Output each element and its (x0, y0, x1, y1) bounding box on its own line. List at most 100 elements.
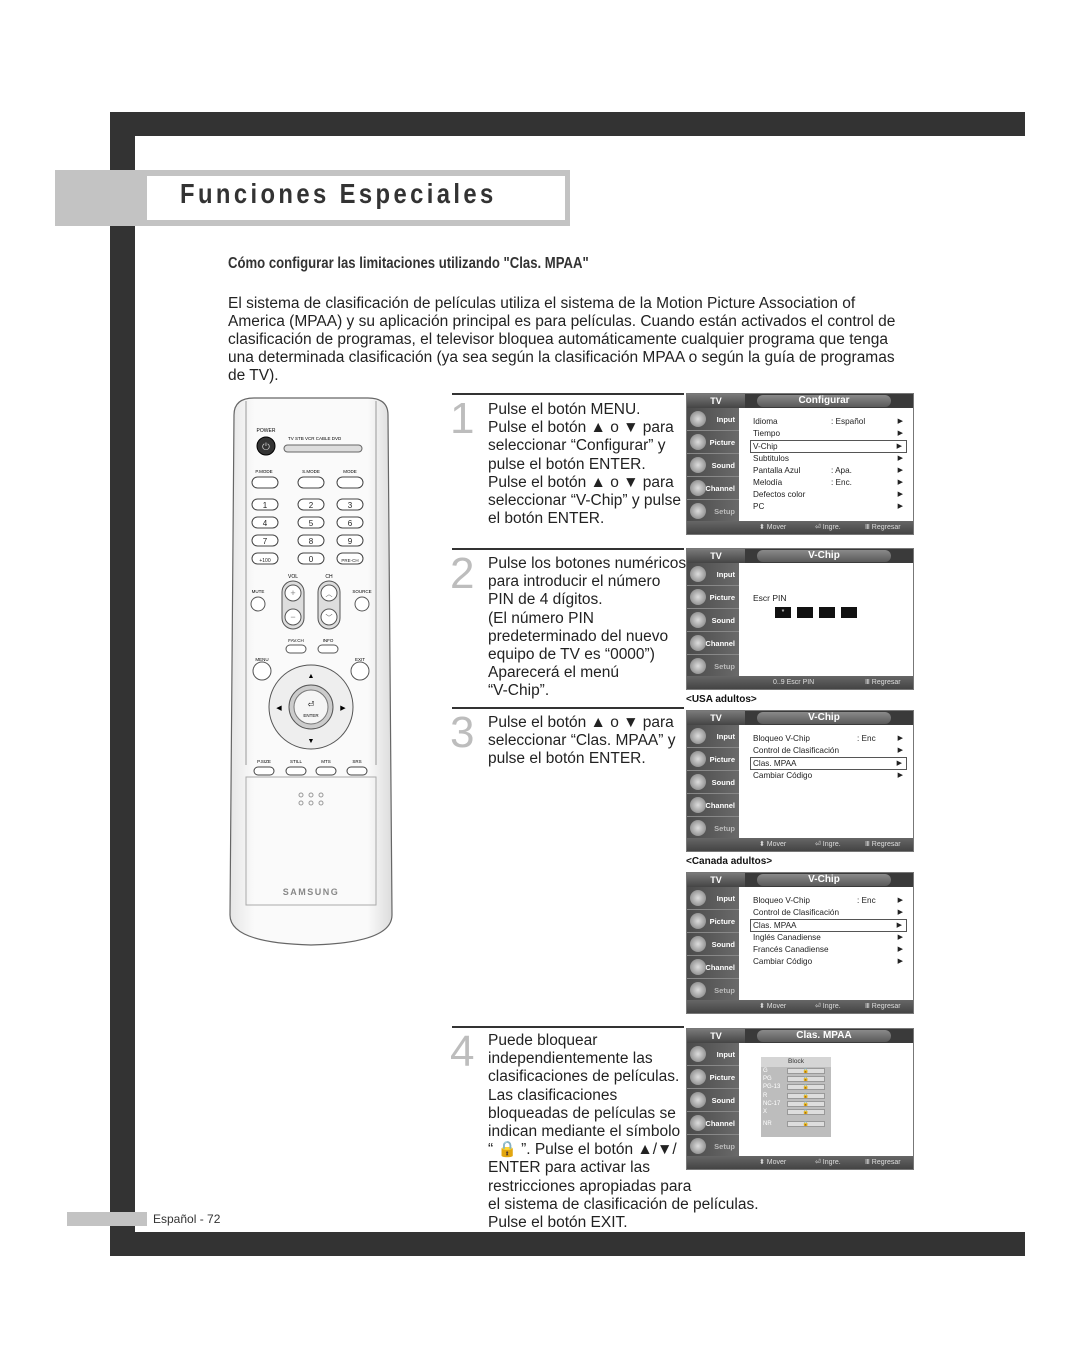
picture-icon (690, 589, 706, 605)
page-number-tab (67, 1212, 147, 1226)
svg-text:SOURCE: SOURCE (352, 589, 371, 594)
rating-row: G 🔒 (761, 1067, 831, 1075)
svg-text:6: 6 (348, 519, 353, 528)
rating-row: X 🔒 (761, 1108, 831, 1116)
svg-text:7: 7 (263, 537, 268, 546)
section-title: Funciones Especiales (180, 178, 497, 209)
svg-text:EXIT: EXIT (355, 657, 365, 662)
sound-icon (690, 1092, 706, 1108)
tv-sidebar: Input Picture Sound Channel Setup (687, 408, 739, 523)
lock-icon: 🔒 (787, 1108, 825, 1115)
step-2-rule (452, 548, 684, 550)
svg-text:5: 5 (309, 519, 314, 528)
screen-title: Clas. MPAA (757, 1030, 891, 1042)
sidebar-item-sound: Sound (687, 454, 739, 477)
step-4-number: 4 (450, 1027, 475, 1076)
rating-row: NC-17 🔒 (761, 1100, 831, 1108)
menu-item: Tiempo ▶ (753, 429, 903, 438)
svg-text:P.MODE: P.MODE (255, 469, 272, 474)
svg-text:⏻: ⏻ (262, 442, 270, 453)
lock-icon: 🔒 (787, 1076, 825, 1083)
tv-screen-configurar: TV Configurar Input Picture Sound Channe… (686, 393, 914, 535)
sidebar-item-setup: Setup (687, 500, 739, 523)
remote-control-illustration: ⏻ POWER TV STB VCR CABLE DVD P.MODE S.MO… (226, 395, 396, 947)
pin-digit-box (841, 607, 857, 618)
svg-text:9: 9 (348, 537, 353, 546)
svg-text:8: 8 (309, 537, 314, 546)
step-1-number: 1 (450, 394, 475, 443)
tv-footer: ⬍ Mover ⏎ Ingre. Ⅲ Regresar (687, 521, 913, 534)
lock-icon: 🔒 (787, 1068, 825, 1074)
menu-item: Bloqueo V-Chip: Enc ▶ (753, 734, 903, 743)
step-1-rule (452, 393, 684, 395)
pin-digit-box (819, 607, 835, 618)
svg-text:1: 1 (263, 501, 268, 510)
rating-row: PG 🔒 (761, 1075, 831, 1083)
svg-text:−: − (290, 612, 295, 622)
picture-icon (690, 434, 706, 450)
svg-text:MTS: MTS (321, 759, 331, 764)
step-3-rule (452, 707, 684, 709)
page-number: Español - 72 (153, 1212, 221, 1226)
input-icon (690, 890, 706, 906)
menu-item: Melodía: Enc. ▶ (753, 478, 903, 487)
menu-item: Control de Clasificación ▶ (753, 908, 903, 917)
pin-digit-box (797, 607, 813, 618)
svg-text:MENU: MENU (255, 657, 268, 662)
tv-screen-pin: TV V-Chip Input Picture Sound Channel Se… (686, 548, 914, 690)
svg-text:SRS: SRS (352, 759, 361, 764)
picture-icon (690, 751, 706, 767)
usa-adults-label: <USA adultos> (686, 694, 757, 705)
source-labels: TV STB VCR CABLE DVD (288, 436, 342, 441)
step-3-text: Pulse el botón ▲ o ▼ para seleccionar “C… (488, 714, 676, 768)
step-2-number: 2 (450, 549, 475, 598)
page-frame-left (110, 112, 135, 1256)
intro-paragraph: El sistema de clasificación de películas… (228, 295, 896, 384)
channel-icon (690, 635, 706, 651)
picture-icon (690, 1069, 706, 1085)
arrow-right-icon: ▶ (897, 503, 903, 510)
screen-title: V-Chip (757, 712, 891, 724)
sidebar-item-input: Input (687, 408, 739, 431)
input-icon (690, 1046, 706, 1062)
arrow-right-icon: ▶ (896, 443, 902, 450)
power-button: ⏻ (256, 436, 276, 456)
channel-icon (690, 797, 706, 813)
svg-text:2: 2 (309, 501, 314, 510)
arrow-right-icon: ▶ (897, 418, 903, 425)
setup-icon (690, 820, 706, 836)
menu-item: Subtitulos ▶ (753, 454, 903, 463)
svg-text:⏎: ⏎ (308, 700, 315, 709)
menu-item: Cambiar Código ▶ (753, 957, 903, 966)
menu-item: Cambiar Código ▶ (753, 771, 903, 780)
picture-icon (690, 913, 706, 929)
rating-row: PG-13 🔒 (761, 1083, 831, 1091)
svg-text:▼: ▼ (308, 738, 315, 745)
pin-prompt: Escr PIN (753, 593, 787, 603)
arrow-right-icon: ▶ (897, 491, 903, 498)
setup-icon (690, 982, 706, 998)
svg-text:﹀: ﹀ (326, 614, 333, 622)
power-label: POWER (257, 428, 276, 434)
svg-text:INFO: INFO (323, 638, 334, 643)
setup-icon (690, 503, 706, 519)
svg-text:︿: ︿ (326, 591, 333, 598)
menu-item: Control de Clasificación ▶ (753, 746, 903, 755)
menu-item: Inglés Canadiense ▶ (753, 933, 903, 942)
lock-icon: 🔒 (787, 1100, 825, 1107)
menu-item: PC ▶ (753, 502, 903, 511)
svg-text:3: 3 (348, 501, 353, 510)
sound-icon (690, 612, 706, 628)
sidebar-item-channel: Channel (687, 477, 739, 500)
samsung-logo: SAMSUNG (283, 887, 340, 897)
arrow-right-icon: ▶ (897, 467, 903, 474)
channel-icon (690, 480, 706, 496)
svg-text:PRE-CH: PRE-CH (341, 558, 358, 563)
step-1-text: Pulse el botón MENU. Pulse el botón ▲ o … (488, 401, 681, 528)
step-2-text: Pulse los botones numéricos para introdu… (488, 555, 687, 700)
lock-icon: 🔒 (787, 1092, 825, 1099)
input-icon (690, 566, 706, 582)
pin-digit-box: * (775, 607, 791, 618)
page-frame-bottom (110, 1232, 1025, 1256)
svg-text:4: 4 (263, 519, 268, 528)
